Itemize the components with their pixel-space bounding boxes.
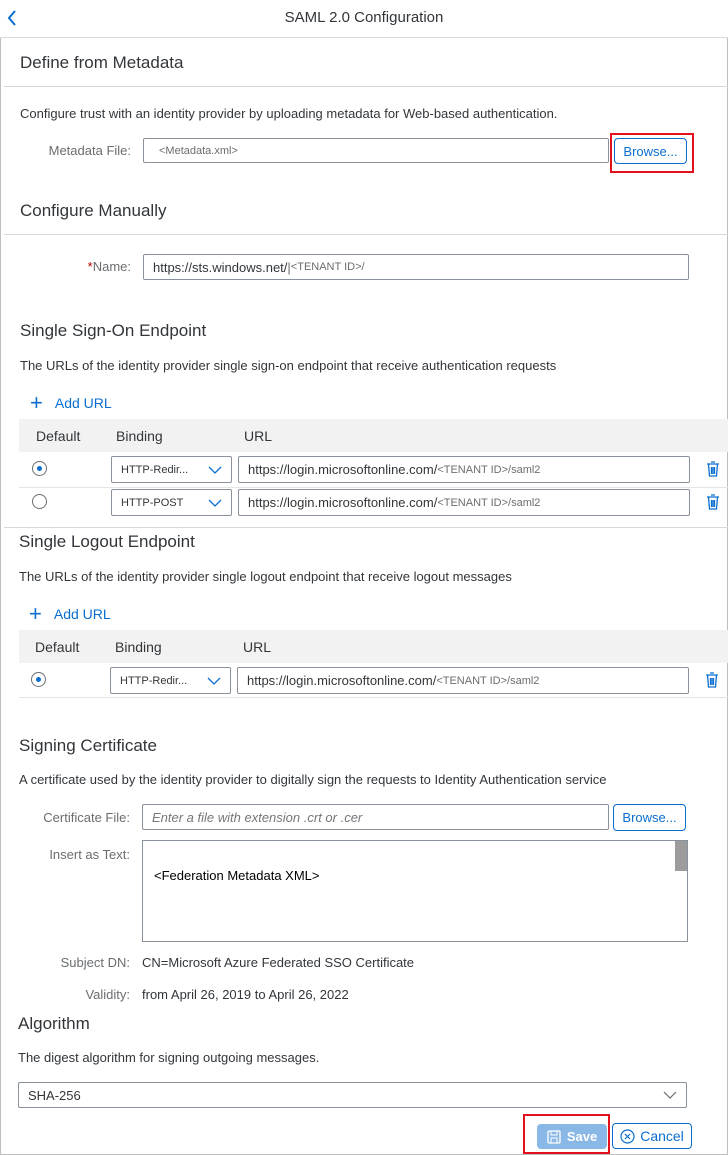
algorithm-select[interactable]: SHA-256 [18, 1082, 687, 1108]
trash-icon[interactable] [705, 672, 719, 688]
page-title: SAML 2.0 Configuration [284, 9, 444, 26]
validity-label: Validity: [85, 987, 130, 1002]
column-binding: Binding [115, 639, 162, 655]
certificate-text-value: <Federation Metadata XML> [154, 868, 320, 883]
scrollbar[interactable] [675, 841, 687, 871]
certificate-browse-button[interactable]: Browse... [613, 804, 686, 831]
chevron-down-icon [207, 677, 221, 685]
slo-default-radio[interactable] [31, 672, 46, 687]
chevron-down-icon [208, 466, 222, 474]
column-default: Default [35, 639, 80, 655]
chevron-down-icon [208, 499, 222, 507]
metadata-description: Configure trust with an identity provide… [20, 106, 558, 121]
column-binding: Binding [116, 428, 163, 444]
sso-add-url-button[interactable]: + Add URL [30, 392, 112, 414]
sso-url-input[interactable]: https://login.microsoftonline.com/<TENAN… [238, 489, 690, 516]
metadata-file-input[interactable]: <Metadata.xml> [143, 138, 609, 163]
slo-section-title: Single Logout Endpoint [19, 532, 195, 551]
header-bar: SAML 2.0 Configuration [0, 0, 728, 38]
column-url: URL [244, 428, 273, 444]
subject-dn-label: Subject DN: [60, 955, 130, 970]
divider [4, 86, 728, 87]
sso-description: The URLs of the identity provider single… [20, 358, 557, 373]
sso-binding-select[interactable]: HTTP-Redir... [111, 456, 232, 483]
certificate-file-placeholder: Enter a file with extension .crt or .cer [152, 809, 363, 825]
subject-dn-value: CN=Microsoft Azure Federated SSO Certifi… [142, 955, 415, 970]
algorithm-description: The digest algorithm for signing outgoin… [18, 1050, 320, 1065]
cancel-icon [620, 1128, 635, 1144]
slo-table-header: Default Binding URL [19, 630, 728, 663]
certificate-textarea[interactable]: <Federation Metadata XML> [142, 840, 688, 942]
slo-description: The URLs of the identity provider single… [19, 569, 512, 584]
chevron-down-icon [663, 1091, 677, 1099]
sso-default-radio[interactable] [32, 461, 47, 476]
metadata-section-title: Define from Metadata [20, 53, 184, 72]
column-default: Default [36, 428, 81, 444]
insert-text-label: Insert as Text: [49, 847, 130, 862]
plus-icon: + [29, 601, 42, 626]
row-divider [19, 487, 728, 488]
plus-icon: + [30, 390, 43, 415]
name-label: *Name: [87, 259, 131, 274]
cancel-button[interactable]: Cancel [612, 1123, 692, 1149]
column-url: URL [243, 639, 272, 655]
sso-table-header: Default Binding URL [19, 419, 728, 452]
sso-default-radio[interactable] [32, 494, 47, 509]
certificate-file-input[interactable]: Enter a file with extension .crt or .cer [142, 804, 609, 830]
row-divider [19, 697, 728, 698]
metadata-file-value: <Metadata.xml> [159, 144, 238, 157]
highlight-box [523, 1114, 610, 1154]
certificate-description: A certificate used by the identity provi… [19, 772, 607, 787]
certificate-section-title: Signing Certificate [19, 736, 157, 755]
algorithm-section-title: Algorithm [18, 1014, 90, 1033]
trash-icon[interactable] [706, 461, 720, 477]
metadata-file-label: Metadata File: [48, 143, 131, 158]
slo-add-url-button[interactable]: + Add URL [29, 603, 111, 625]
highlight-box [610, 133, 694, 173]
sso-section-title: Single Sign-On Endpoint [20, 321, 207, 340]
sso-binding-select[interactable]: HTTP-POST [111, 489, 232, 516]
slo-url-input[interactable]: https://login.microsoftonline.com/<TENAN… [237, 667, 689, 694]
divider [4, 234, 728, 235]
certificate-file-label: Certificate File: [43, 810, 130, 825]
manual-section-title: Configure Manually [20, 201, 167, 220]
name-input[interactable]: https://sts.windows.net/| <TENANT ID>/ [143, 254, 689, 280]
sso-url-input[interactable]: https://login.microsoftonline.com/<TENAN… [238, 456, 690, 483]
trash-icon[interactable] [706, 494, 720, 510]
validity-value: from April 26, 2019 to April 26, 2022 [142, 987, 349, 1002]
divider [4, 527, 728, 528]
slo-binding-select[interactable]: HTTP-Redir... [110, 667, 231, 694]
